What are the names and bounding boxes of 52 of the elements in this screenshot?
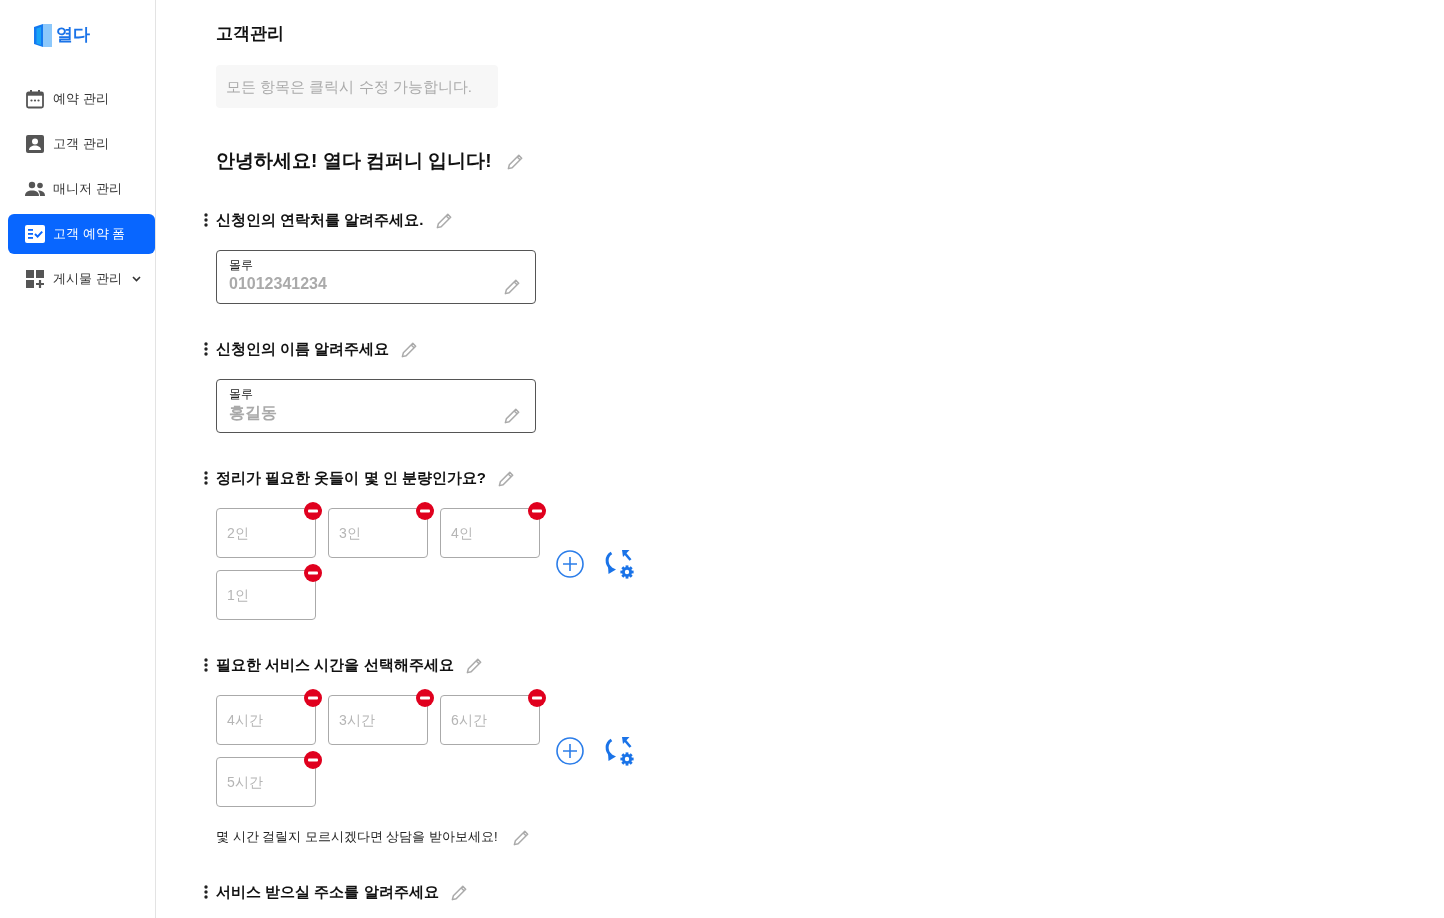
question-label: 신청인의 이름 알려주세요 [216, 339, 390, 359]
remove-icon[interactable] [528, 502, 546, 520]
notice-banner: 모든 항목은 클릭시 수정 가능합니다. [216, 65, 498, 108]
text-input[interactable]: 01012341234 [229, 273, 489, 295]
drag-handle-icon[interactable] [204, 471, 208, 485]
drag-handle-icon[interactable] [204, 885, 208, 899]
option-field[interactable]: 4인 [440, 508, 540, 558]
person-card-icon [25, 134, 45, 154]
field-label: 몰루 [229, 386, 253, 402]
add-icon[interactable] [556, 550, 584, 578]
sidebar-nav-item[interactable]: 예약 관리 [8, 79, 155, 119]
drag-handle-icon[interactable] [204, 658, 208, 672]
logo-icon [33, 22, 53, 48]
text-input[interactable]: 홍길동 [229, 402, 489, 424]
calendar-icon [25, 89, 45, 109]
option-field[interactable]: 3인 [328, 508, 428, 558]
option-field[interactable]: 5시간 [216, 757, 316, 807]
arrows-gear-icon[interactable] [603, 549, 635, 579]
form-heading: 안녕하세요! 열다 컴퍼니 입니다! [216, 149, 492, 173]
field-label: 몰루 [229, 257, 253, 273]
sidebar-nav-item[interactable]: 고객 관리 [8, 124, 155, 164]
question-label: 필요한 서비스 시간을 선택해주세요 [216, 655, 454, 675]
remove-icon[interactable] [304, 502, 322, 520]
option-field[interactable]: 1인 [216, 570, 316, 620]
people-icon [25, 179, 45, 199]
remove-icon[interactable] [304, 564, 322, 582]
add-icon[interactable] [556, 737, 584, 765]
remove-icon[interactable] [416, 502, 434, 520]
page-title: 고객관리 [216, 23, 284, 45]
text-field[interactable]: 몰루 01012341234 [216, 250, 536, 304]
text-field[interactable]: 몰루 홍길동 [216, 379, 536, 433]
question-label: 정리가 필요한 옷들이 몇 인 분량인가요? [216, 468, 486, 488]
question-label: 서비스 받으실 주소를 알려주세요 [216, 882, 439, 902]
helper-text: 몇 시간 걸릴지 모르시겠다면 상담을 받아보세요! [216, 828, 498, 846]
option-field[interactable]: 6시간 [440, 695, 540, 745]
option-field[interactable]: 3시간 [328, 695, 428, 745]
option-field[interactable]: 4시간 [216, 695, 316, 745]
remove-icon[interactable] [416, 689, 434, 707]
sidebar-nav-item[interactable]: 게시물 관리 [8, 259, 155, 299]
drag-handle-icon[interactable] [204, 213, 208, 227]
grid-plus-icon [25, 269, 45, 289]
sidebar-nav-item[interactable]: 매니저 관리 [8, 169, 155, 209]
option-field[interactable]: 2인 [216, 508, 316, 558]
sidebar-nav-item[interactable]: 고객 예약 폼 [8, 214, 155, 254]
drag-handle-icon[interactable] [204, 342, 208, 356]
arrows-gear-icon[interactable] [603, 736, 635, 766]
logo-text: 열다 [56, 24, 90, 46]
remove-icon[interactable] [304, 751, 322, 769]
question-label: 신청인의 연락처를 알려주세요. [216, 210, 424, 230]
remove-icon[interactable] [304, 689, 322, 707]
remove-icon[interactable] [528, 689, 546, 707]
checklist-icon [25, 224, 45, 244]
